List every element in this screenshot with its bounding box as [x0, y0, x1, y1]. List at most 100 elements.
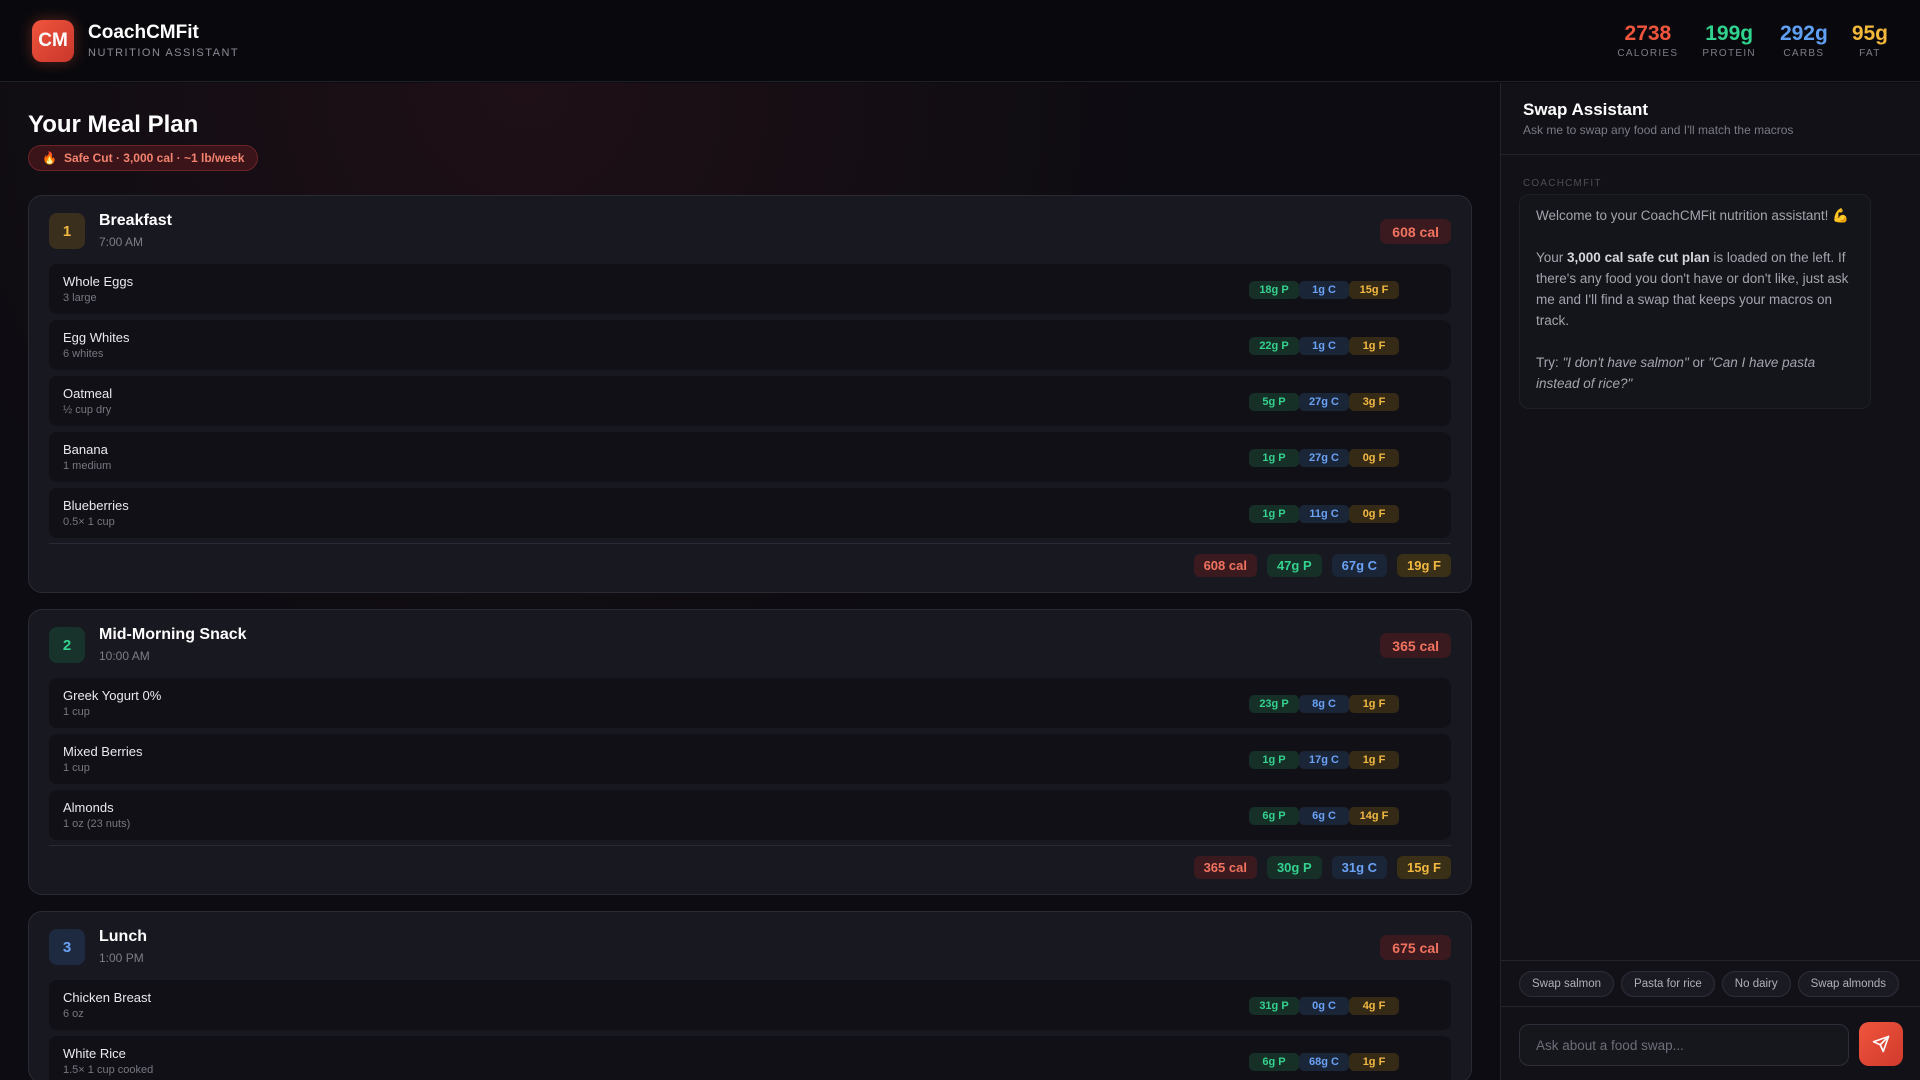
food-row[interactable]: Blueberries 0.5× 1 cup 1g P 11g C 0g F — [49, 488, 1451, 538]
fat-chip: 14g F — [1349, 807, 1399, 825]
protein-chip: 6g P — [1249, 1053, 1299, 1071]
meal-name: Mid-Morning Snack — [99, 626, 247, 643]
meal-time: 1:00 PM — [99, 951, 144, 965]
fat-chip: 1g F — [1349, 1053, 1399, 1071]
message-author: COACHCMFIT — [1523, 178, 1602, 189]
total-protein: 30g P — [1266, 856, 1322, 879]
food-name: Blueberries — [63, 498, 129, 513]
macro-stat: 199g PROTEIN — [1702, 22, 1756, 59]
food-name: Almonds — [63, 800, 114, 815]
protein-chip: 1g P — [1249, 751, 1299, 769]
total-carbs: 67g C — [1331, 554, 1388, 577]
protein-chip: 6g P — [1249, 807, 1299, 825]
food-row[interactable]: Chicken Breast 6 oz 31g P 0g C 4g F — [49, 980, 1451, 1030]
carbs-chip: 17g C — [1299, 751, 1349, 769]
message-paragraph: Your 3,000 cal safe cut plan is loaded o… — [1536, 247, 1854, 331]
quick-swap-button[interactable]: Swap salmon — [1519, 970, 1615, 997]
swap-assistant-title: Swap Assistant — [1523, 100, 1649, 119]
food-name: Banana — [63, 442, 108, 457]
carbs-chip: 1g C — [1299, 337, 1349, 355]
total-fat: 15g F — [1397, 856, 1451, 879]
message-text: Try: — [1536, 355, 1563, 370]
carbs-chip: 6g C — [1299, 807, 1349, 825]
quick-swap-button[interactable]: No dairy — [1721, 970, 1791, 997]
carbs-chip: 11g C — [1299, 505, 1349, 523]
total-calories: 365 cal — [1193, 856, 1257, 879]
meal-number-badge: 1 — [49, 213, 85, 249]
food-name: Mixed Berries — [63, 744, 143, 759]
brand: CoachCMFit NUTRITION ASSISTANT — [88, 22, 239, 59]
food-name: Oatmeal — [63, 386, 113, 401]
message-paragraph: Welcome to your CoachCMFit nutrition ass… — [1536, 208, 1849, 223]
food-row[interactable]: Whole Eggs 3 large 18g P 1g C 15g F — [49, 264, 1451, 314]
send-button[interactable] — [1859, 1022, 1903, 1066]
message-paragraph: Try: "I don't have salmon" or "Can I hav… — [1536, 352, 1854, 394]
meal-calories-badge: 365 cal — [1380, 633, 1451, 658]
food-quantity: 3 large — [63, 292, 97, 304]
protein-chip: 1g P — [1249, 505, 1299, 523]
macro-stat-value: 2738 — [1624, 22, 1672, 45]
food-row[interactable]: Almonds 1 oz (23 nuts) 6g P 6g C 14g F — [49, 790, 1451, 840]
food-name: White Rice — [63, 1046, 126, 1061]
food-quantity: 1 medium — [63, 460, 112, 472]
food-row[interactable]: White Rice 1.5× 1 cup cooked 6g P 68g C 1g F — [49, 1036, 1451, 1080]
meal-number-badge: 2 — [49, 627, 85, 663]
protein-chip: 31g P — [1249, 997, 1299, 1015]
carbs-chip: 1g C — [1299, 281, 1349, 299]
assistant-message: Welcome to your CoachCMFit nutrition ass… — [1519, 194, 1871, 409]
meal-calories-badge: 608 cal — [1380, 219, 1451, 244]
total-fat: 19g F — [1397, 554, 1451, 577]
swap-assistant-subtitle: Ask me to swap any food and I'll match t… — [1523, 123, 1794, 137]
plan-badge-label: Safe Cut · 3,000 cal · ~1 lb/week — [63, 151, 245, 165]
food-quantity: 6 oz — [63, 1008, 84, 1020]
plan-badge: 🔥 Safe Cut · 3,000 cal · ~1 lb/week — [28, 145, 259, 171]
meal-card: 2 Mid-Morning Snack 10:00 AM 365 cal Greek Y… — [28, 609, 1472, 895]
quick-swap-button[interactable]: Pasta for rice — [1621, 970, 1715, 997]
totals-divider — [49, 845, 1451, 846]
quick-swap-button[interactable]: Swap almonds — [1797, 970, 1900, 997]
example-query: "I don't have salmon" — [1562, 355, 1689, 370]
meal-time: 7:00 AM — [99, 235, 144, 249]
food-quantity: 1 cup — [63, 706, 90, 718]
food-row[interactable]: Greek Yogurt 0% 1 cup 23g P 8g C 1g F — [49, 678, 1451, 728]
app-logo: CM — [32, 19, 74, 62]
meal-card: 3 Lunch 1:00 PM 675 cal Chicken Breast 6 oz 31… — [28, 911, 1472, 1080]
meal-number-badge: 3 — [49, 929, 85, 965]
food-row[interactable]: Mixed Berries 1 cup 1g P 17g C 1g F — [49, 734, 1451, 784]
meal-totals: 608 cal 47g P 67g C 19g F — [1193, 554, 1451, 577]
total-calories: 608 cal — [1193, 554, 1257, 577]
carbs-chip: 0g C — [1299, 997, 1349, 1015]
fat-chip: 0g F — [1349, 449, 1399, 467]
fat-chip: 15g F — [1349, 281, 1399, 299]
carbs-chip: 8g C — [1299, 695, 1349, 713]
meal-totals: 365 cal 30g P 31g C 15g F — [1193, 856, 1451, 879]
fat-chip: 0g F — [1349, 505, 1399, 523]
page-title: Your Meal Plan — [28, 111, 199, 138]
swap-chat-input[interactable] — [1519, 1024, 1849, 1066]
app-name: CoachCMFit — [88, 22, 199, 43]
food-row[interactable]: Egg Whites 6 whites 22g P 1g C 1g F — [49, 320, 1451, 370]
fat-chip: 1g F — [1349, 337, 1399, 355]
protein-chip: 1g P — [1249, 449, 1299, 467]
meal-calories-badge: 675 cal — [1380, 935, 1451, 960]
protein-chip: 23g P — [1249, 695, 1299, 713]
food-quantity: 0.5× 1 cup — [63, 516, 115, 528]
meal-name: Lunch — [99, 928, 147, 945]
meal-time: 10:00 AM — [99, 649, 150, 663]
fat-chip: 3g F — [1349, 393, 1399, 411]
macro-stat-label: PROTEIN — [1702, 48, 1756, 59]
food-row[interactable]: Oatmeal ½ cup dry 5g P 27g C 3g F — [49, 376, 1451, 426]
macro-stat-label: CALORIES — [1617, 48, 1679, 59]
swap-assistant-header: Swap Assistant Ask me to swap any food a… — [1501, 83, 1920, 155]
macro-stat-label: FAT — [1859, 48, 1881, 59]
food-row[interactable]: Banana 1 medium 1g P 27g C 0g F — [49, 432, 1451, 482]
send-icon — [1872, 1035, 1890, 1053]
macro-stat-label: CARBS — [1783, 48, 1825, 59]
macro-stat-value: 292g — [1779, 22, 1828, 45]
meal-plan-panel[interactable]: Your Meal Plan 🔥 Safe Cut · 3,000 cal · … — [0, 83, 1500, 1080]
top-bar: CM CoachCMFit NUTRITION ASSISTANT 2738 CA… — [0, 0, 1920, 82]
food-name: Chicken Breast — [63, 990, 152, 1005]
total-protein: 47g P — [1266, 554, 1322, 577]
carbs-chip: 27g C — [1299, 393, 1349, 411]
food-name: Whole Eggs — [63, 274, 134, 289]
